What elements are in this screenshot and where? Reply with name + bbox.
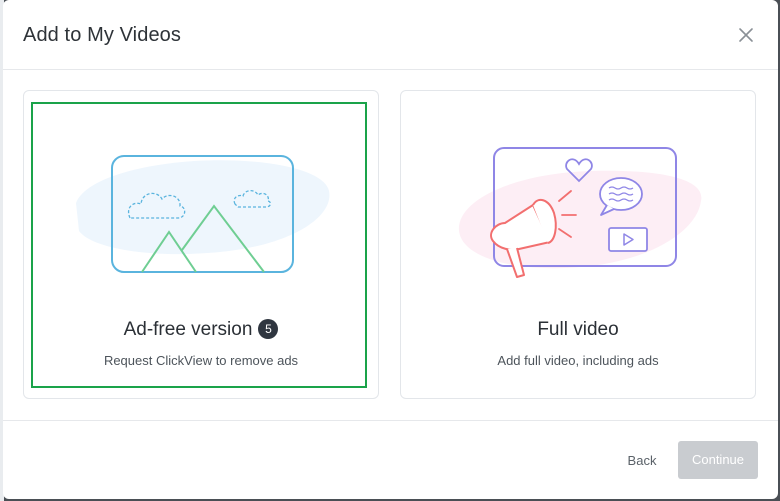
- ad-free-option-title: Ad-free version 5: [24, 319, 378, 341]
- dialog-footer: Back Continue: [3, 420, 778, 499]
- megaphone-video-illustration-icon: [458, 147, 702, 278]
- dialog-title: Add to My Videos: [23, 24, 181, 46]
- full-video-option-card[interactable]: Full video Add full video, including ads: [400, 90, 756, 399]
- back-button[interactable]: Back: [613, 445, 671, 477]
- dialog-header: Add to My Videos: [3, 0, 778, 70]
- landscape-illustration-icon: [76, 155, 330, 273]
- full-video-option-title: Full video: [537, 319, 619, 340]
- add-to-my-videos-dialog: Add to My Videos Ad-free version 5 Reques…: [3, 0, 778, 499]
- close-button[interactable]: [736, 25, 756, 45]
- ad-free-option-subtitle: Request ClickView to remove ads: [103, 353, 299, 368]
- ad-free-option-card[interactable]: Ad-free version 5 Request ClickView to re…: [23, 90, 379, 399]
- close-icon: [739, 28, 753, 42]
- count-badge: 5: [258, 319, 279, 339]
- continue-button[interactable]: Continue: [678, 441, 758, 479]
- full-video-option-subtitle: Add full video, including ads: [497, 353, 659, 368]
- ad-free-title-text: Ad-free version: [123, 319, 253, 340]
